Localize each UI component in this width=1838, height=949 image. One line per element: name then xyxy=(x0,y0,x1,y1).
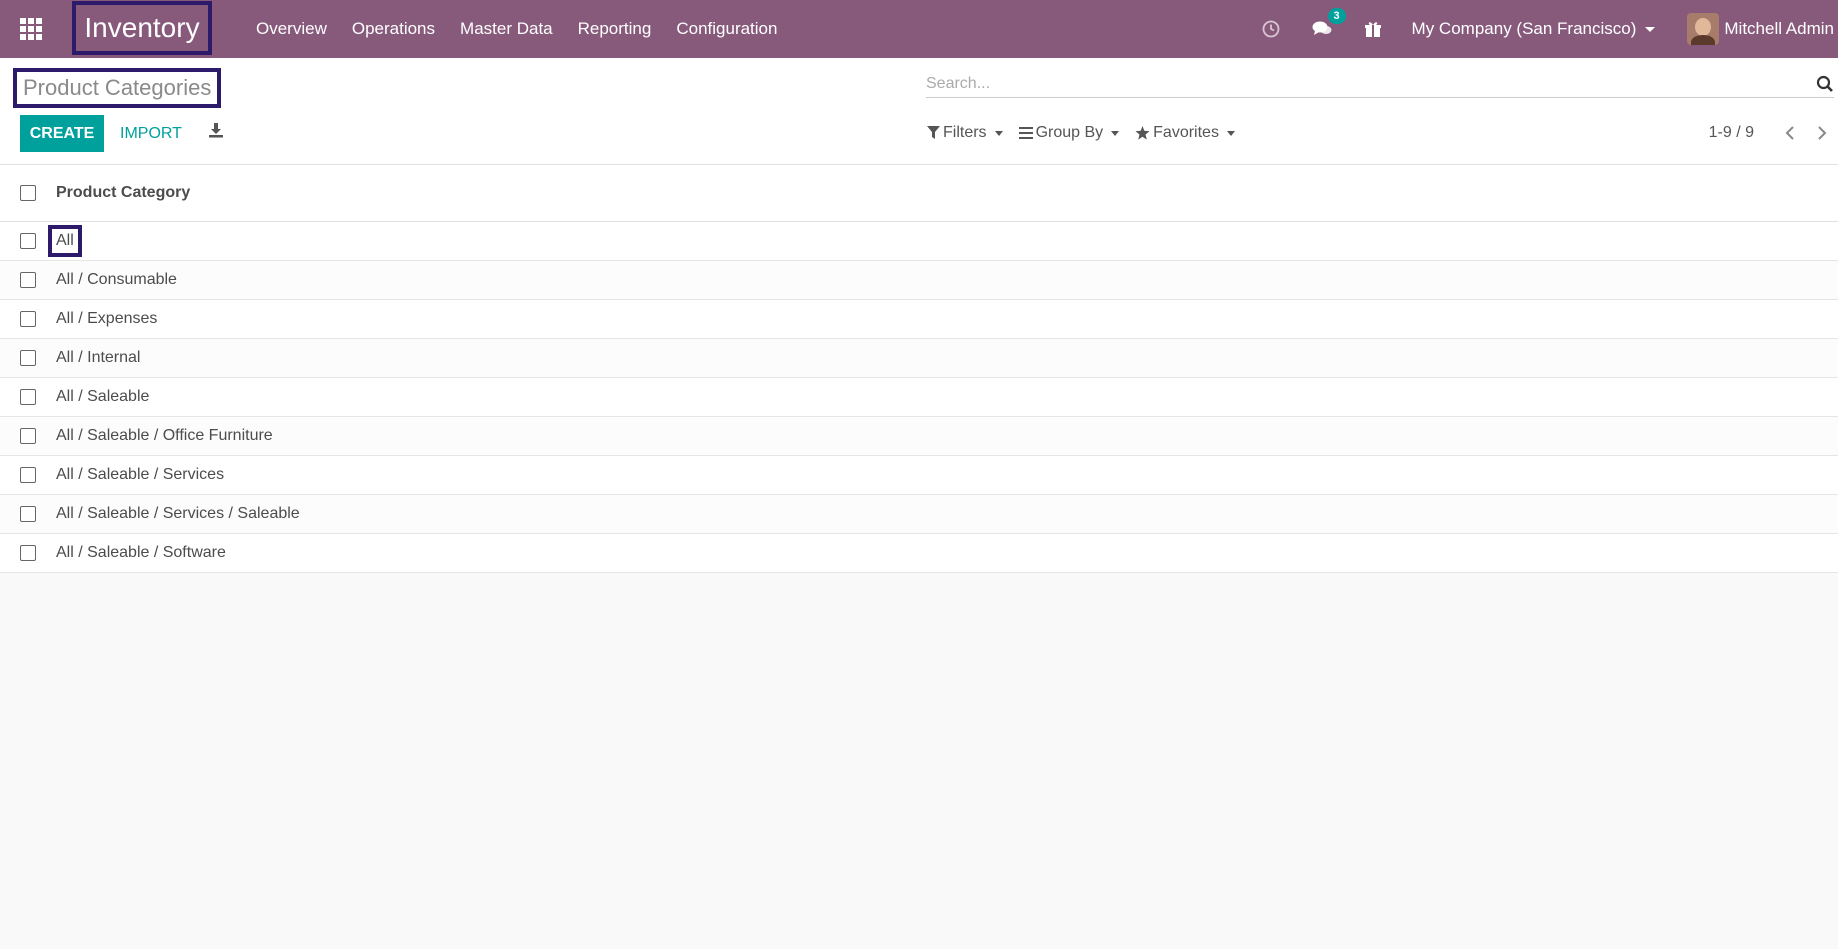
company-name: My Company (San Francisco) xyxy=(1411,19,1637,38)
menu-overview[interactable]: Overview xyxy=(256,19,327,39)
star-icon xyxy=(1135,126,1150,140)
row-checkbox[interactable] xyxy=(20,389,36,405)
table-row[interactable]: All / Saleable xyxy=(0,378,1838,417)
pager: 1-9 / 9 xyxy=(1709,120,1838,146)
pager-value[interactable]: 1-9 / 9 xyxy=(1709,124,1754,142)
row-label: All / Saleable / Software xyxy=(56,544,226,561)
row-label: All xyxy=(48,225,82,257)
download-icon[interactable] xyxy=(208,122,224,143)
app-brand[interactable]: Inventory xyxy=(72,1,212,55)
chevron-down-icon xyxy=(1111,130,1120,136)
row-checkbox[interactable] xyxy=(20,233,36,249)
groupby-dropdown[interactable]: Group By xyxy=(1018,124,1120,142)
favorites-label: Favorites xyxy=(1153,124,1219,141)
filters-dropdown[interactable]: Filters xyxy=(927,124,1003,142)
table-row[interactable]: All xyxy=(0,222,1838,261)
row-checkbox[interactable] xyxy=(20,428,36,444)
favorites-dropdown[interactable]: Favorites xyxy=(1135,124,1235,142)
user-menu[interactable]: Mitchell Admin xyxy=(1687,13,1834,45)
row-label: All / Expenses xyxy=(56,310,158,327)
row-checkbox[interactable] xyxy=(20,545,36,561)
category-list: Product Category All All / Consumable Al… xyxy=(0,165,1838,573)
row-label: All / Saleable / Services / Saleable xyxy=(56,505,300,522)
page-title: Product Categories xyxy=(13,68,221,108)
list-header: Product Category xyxy=(0,165,1838,222)
menu-master-data[interactable]: Master Data xyxy=(460,19,553,39)
search-input[interactable] xyxy=(926,75,1834,93)
chevron-down-icon xyxy=(1645,26,1656,32)
list-bars-icon xyxy=(1018,127,1033,139)
row-checkbox[interactable] xyxy=(20,467,36,483)
chevron-down-icon xyxy=(1226,130,1235,136)
menu-configuration[interactable]: Configuration xyxy=(676,19,777,39)
menu-operations[interactable]: Operations xyxy=(352,19,435,39)
row-label: All / Consumable xyxy=(56,271,177,288)
activity-clock-icon[interactable] xyxy=(1262,20,1280,38)
apps-menu-button[interactable] xyxy=(0,0,62,58)
apps-grid-icon xyxy=(20,18,42,40)
import-button[interactable]: IMPORT xyxy=(110,115,192,152)
create-button[interactable]: CREATE xyxy=(20,115,104,152)
search-options: Filters Group By Favorites xyxy=(927,120,1251,146)
top-navbar: Inventory Overview Operations Master Dat… xyxy=(0,0,1838,58)
pager-previous-icon[interactable] xyxy=(1774,126,1806,140)
search-bar xyxy=(926,71,1834,98)
pager-next-icon[interactable] xyxy=(1806,126,1838,140)
messages-badge: 3 xyxy=(1327,8,1346,24)
avatar xyxy=(1687,13,1720,45)
company-switcher[interactable]: My Company (San Francisco) xyxy=(1412,19,1656,39)
gift-icon[interactable] xyxy=(1364,20,1382,38)
row-checkbox[interactable] xyxy=(20,350,36,366)
table-row[interactable]: All / Consumable xyxy=(0,261,1838,300)
table-row[interactable]: All / Saleable / Office Furniture xyxy=(0,417,1838,456)
column-header-product-category[interactable]: Product Category xyxy=(56,184,190,202)
messages-chat-icon[interactable]: 3 xyxy=(1312,8,1346,38)
user-name: Mitchell Admin xyxy=(1724,19,1834,38)
table-row[interactable]: All / Expenses xyxy=(0,300,1838,339)
row-label: All / Internal xyxy=(56,349,141,366)
row-label: All / Saleable / Services xyxy=(56,466,225,483)
row-label: All / Saleable xyxy=(56,388,150,405)
systray: 3 My Company (San Francisco) Mitchell Ad… xyxy=(1246,0,1838,58)
filter-icon xyxy=(927,126,940,139)
row-label: All / Saleable / Office Furniture xyxy=(56,427,273,444)
menu-reporting[interactable]: Reporting xyxy=(578,19,652,39)
table-row[interactable]: All / Saleable / Software xyxy=(0,534,1838,573)
groupby-label: Group By xyxy=(1035,124,1104,141)
main-menu: Overview Operations Master Data Reportin… xyxy=(256,0,802,58)
row-checkbox[interactable] xyxy=(20,272,36,288)
select-all-checkbox[interactable] xyxy=(20,185,36,201)
row-checkbox[interactable] xyxy=(20,506,36,522)
filters-label: Filters xyxy=(943,124,987,141)
table-row[interactable]: All / Saleable / Services xyxy=(0,456,1838,495)
chevron-down-icon xyxy=(994,130,1003,136)
list-empty-area xyxy=(0,573,1838,949)
row-checkbox[interactable] xyxy=(20,311,36,327)
table-row[interactable]: All / Saleable / Services / Saleable xyxy=(0,495,1838,534)
search-icon[interactable] xyxy=(1816,75,1834,98)
table-row[interactable]: All / Internal xyxy=(0,339,1838,378)
